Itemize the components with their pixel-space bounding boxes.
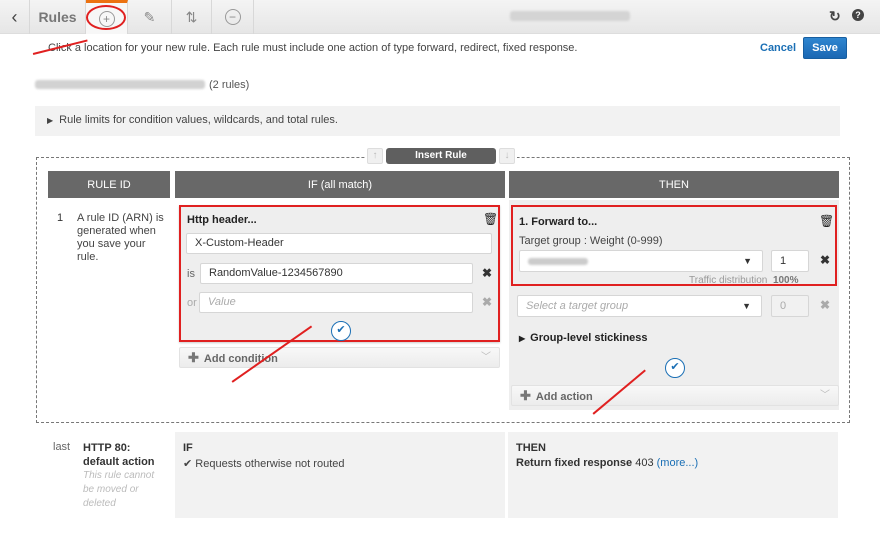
- cancel-button[interactable]: Cancel: [760, 42, 796, 54]
- default-rule-note: This rule cannot be moved or deleted: [83, 470, 155, 509]
- column-header-rule-id: RULE ID: [48, 171, 170, 198]
- default-rule-if: IF ✔ Requests otherwise not routed: [175, 432, 505, 518]
- arrow-up-icon: ↑: [372, 150, 378, 161]
- caret-right-icon: ▶: [519, 334, 526, 343]
- add-action-label: Add action: [535, 391, 593, 403]
- remove-rule-button[interactable]: −: [212, 0, 254, 34]
- remove-value-icon-disabled[interactable]: ✖: [482, 295, 492, 309]
- additional-value-input[interactable]: Value: [199, 292, 473, 313]
- then-action: Return fixed response 403 (more...): [516, 457, 830, 469]
- if-condition-text: Requests otherwise not routed: [195, 458, 345, 470]
- traffic-distribution: Traffic distribution 100%: [689, 275, 799, 286]
- action-card: 1. Forward to... 🗑 Target group : Weight…: [511, 205, 837, 286]
- confirm-condition-icon[interactable]: ✔: [331, 321, 351, 341]
- default-rule-number: last: [53, 441, 71, 453]
- target-group-label: Target group : Weight (0-999): [519, 235, 663, 247]
- chevron-down-icon: ﹀: [481, 352, 491, 363]
- check-icon: ✔: [183, 458, 196, 470]
- edit-rule-button[interactable]: ✎: [128, 0, 172, 34]
- instruction-text: Click a location for your new rule. Each…: [48, 42, 578, 54]
- or-label: or: [187, 297, 197, 309]
- default-rule-then: THEN Return fixed response 403 (more...): [508, 432, 838, 518]
- default-rule-title: HTTP 80: default action: [83, 442, 155, 468]
- remove-second-target-icon[interactable]: ✖: [820, 298, 830, 312]
- arrow-down-icon: ↓: [504, 150, 510, 161]
- remove-value-icon[interactable]: ✖: [482, 266, 492, 280]
- rule-number: 1: [57, 212, 64, 224]
- refresh-icon[interactable]: ↻: [829, 8, 841, 25]
- reorder-rules-button[interactable]: ⇅: [172, 0, 212, 34]
- target-group-value: [528, 257, 588, 265]
- chevron-down-icon: ﹀: [820, 390, 830, 401]
- if-column: Http header... 🗑 X-Custom-Header is Rand…: [175, 200, 505, 370]
- toolbar: ‹ Rules + ✎ ⇅ − ↻ ?: [0, 0, 880, 34]
- caret-down-icon: ▼: [743, 256, 752, 266]
- listener-name: [35, 80, 205, 89]
- plus-icon: ✚: [520, 388, 531, 403]
- second-target-placeholder: Select a target group: [526, 300, 629, 312]
- traffic-label: Traffic distribution: [689, 275, 768, 286]
- add-condition-button[interactable]: ✚ Add condition ﹀: [179, 347, 500, 368]
- condition-card: Http header... 🗑 X-Custom-Header is Rand…: [179, 205, 500, 342]
- if-title: IF: [183, 442, 193, 454]
- rule-id-description: A rule ID (ARN) is generated when you sa…: [77, 212, 164, 263]
- then-title: THEN: [516, 442, 546, 454]
- is-label: is: [187, 268, 195, 280]
- insert-rule-controls: ↑ Insert Rule ↓: [365, 148, 517, 164]
- back-button[interactable]: ‹: [0, 0, 30, 34]
- then-status-code: 403: [635, 457, 654, 469]
- rule-limits-expander[interactable]: ▶ Rule limits for condition values, wildc…: [35, 106, 840, 136]
- traffic-value: 100%: [772, 275, 799, 286]
- annotation-ellipse: [86, 5, 126, 30]
- load-balancer-selector[interactable]: [510, 11, 630, 21]
- if-condition: ✔ Requests otherwise not routed: [183, 457, 497, 470]
- then-column: 1. Forward to... 🗑 Target group : Weight…: [509, 200, 839, 410]
- header-value-input[interactable]: RandomValue-1234567890: [200, 263, 473, 284]
- trash-icon[interactable]: 🗑: [819, 214, 834, 228]
- second-target-group-select[interactable]: Select a target group ▼: [517, 295, 762, 317]
- save-button[interactable]: Save: [803, 37, 847, 59]
- caret-down-icon: ▼: [742, 301, 751, 311]
- add-condition-label: Add condition: [203, 353, 278, 365]
- second-weight-input[interactable]: 0: [771, 295, 809, 317]
- minus-circle-icon: −: [224, 9, 241, 25]
- rule-count: (2 rules): [209, 79, 250, 91]
- more-link[interactable]: (more...): [657, 457, 699, 469]
- rules-tab[interactable]: Rules: [30, 0, 86, 34]
- pencil-icon: ✎: [143, 8, 156, 25]
- remove-target-icon[interactable]: ✖: [820, 253, 830, 267]
- target-group-select[interactable]: ▼: [519, 250, 763, 272]
- stickiness-label: Group-level stickiness: [530, 332, 648, 344]
- insert-rule-button[interactable]: Insert Rule: [386, 148, 496, 164]
- plus-icon: ✚: [188, 350, 199, 365]
- condition-title: Http header...: [187, 214, 257, 226]
- group-stickiness-expander[interactable]: ▶ Group-level stickiness: [519, 332, 648, 344]
- move-up-button[interactable]: ↑: [367, 148, 383, 164]
- chevron-left-icon: ‹: [11, 6, 18, 27]
- reorder-icon: ⇅: [185, 8, 198, 25]
- caret-right-icon: ▶: [47, 116, 54, 125]
- help-icon[interactable]: ?: [852, 9, 864, 21]
- action-title: 1. Forward to...: [519, 216, 598, 228]
- column-header-then: THEN: [509, 171, 839, 198]
- rule-limits-label: Rule limits for condition values, wildca…: [59, 114, 338, 126]
- then-action-label: Return fixed response: [516, 457, 633, 469]
- header-name-input[interactable]: X-Custom-Header: [186, 233, 492, 254]
- move-down-button[interactable]: ↓: [499, 148, 515, 164]
- trash-icon[interactable]: 🗑: [483, 212, 498, 226]
- confirm-action-icon[interactable]: ✔: [665, 358, 685, 378]
- add-action-button[interactable]: ✚ Add action ﹀: [511, 385, 839, 406]
- column-header-if: IF (all match): [175, 171, 505, 198]
- weight-input[interactable]: 1: [771, 250, 809, 272]
